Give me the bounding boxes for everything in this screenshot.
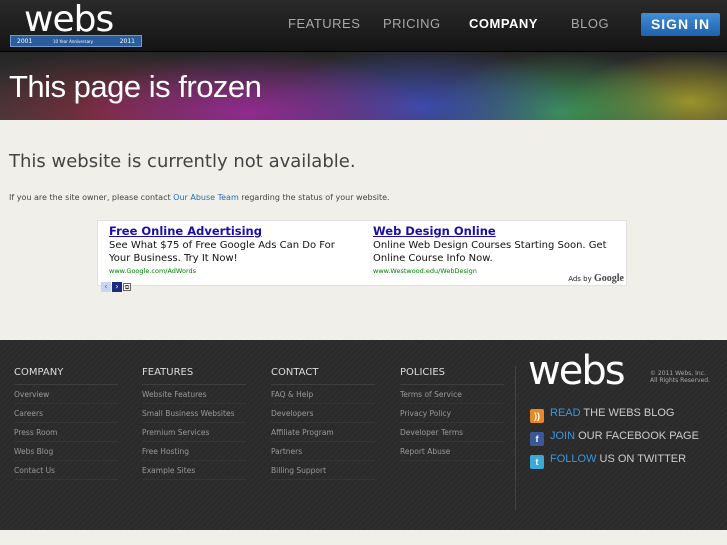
footer-link[interactable]: Press Room (14, 423, 118, 442)
rss-icon: )) (530, 409, 544, 423)
footer-link[interactable]: Report Abuse (400, 442, 504, 461)
anniversary-ribbon: 2001 10 Year Anniversary 2011 (10, 35, 142, 47)
footer-link[interactable]: FAQ & Help (271, 385, 375, 404)
webs-logo[interactable]: webs 2001 10 Year Anniversary 2011 (10, 0, 142, 49)
footer-link[interactable]: Free Hosting (142, 442, 246, 461)
ribbon-caption: 10 Year Anniversary (53, 39, 94, 44)
footer-link[interactable]: Contact Us (14, 461, 118, 480)
ad-title[interactable]: Web Design Online (373, 224, 623, 238)
social-action: JOIN (550, 430, 576, 442)
footer-link[interactable]: Example Sites (142, 461, 246, 480)
footer-link[interactable]: Webs Blog (14, 442, 118, 461)
ad-text: Online Web Design Courses Starting Soon.… (373, 240, 607, 264)
social-link-blog[interactable]: )) READ THE WEBS BLOG (530, 407, 675, 423)
footer-link[interactable]: Small Business Websites (142, 404, 246, 423)
ad-unit: Free Online Advertising See What $75 of … (97, 220, 627, 292)
ad-text: See What $75 of Free Google Ads Can Do F… (109, 240, 335, 264)
footer-divider (515, 366, 516, 510)
owner-notice: If you are the site owner, please contac… (9, 193, 390, 202)
page-bottom-strip (0, 530, 727, 545)
footer-link[interactable]: Careers (14, 404, 118, 423)
notice-suffix: regarding the status of your website. (238, 193, 390, 202)
social-text: THE WEBS BLOG (580, 407, 675, 419)
ribbon-start-year: 2001 (17, 38, 33, 45)
ribbon-end-year: 2011 (119, 38, 135, 45)
social-text: US ON TWITTER (596, 453, 687, 465)
footer-column-company: COMPANY Overview Careers Press Room Webs… (14, 367, 118, 480)
footer-column-heading: CONTACT (271, 367, 375, 385)
footer-logo[interactable]: webs (528, 348, 626, 394)
ad-pager: ‹ › ⧉ (101, 274, 132, 293)
footer-link[interactable]: Billing Support (271, 461, 375, 480)
footer-link[interactable]: Affiliate Program (271, 423, 375, 442)
logo-wordmark: webs (24, 0, 114, 40)
ad-info-icon[interactable]: ⧉ (123, 283, 131, 291)
footer-link[interactable]: Overview (14, 385, 118, 404)
footer-column-policies: POLICIES Terms of Service Privacy Policy… (400, 367, 504, 461)
footer-link[interactable]: Privacy Policy (400, 404, 504, 423)
sign-in-button[interactable]: SIGN IN (641, 13, 720, 36)
chevron-left-icon[interactable]: ‹ (101, 282, 111, 292)
ad-title[interactable]: Free Online Advertising (109, 224, 359, 238)
footer-column-features: FEATURES Website Features Small Business… (142, 367, 246, 480)
notice-prefix: If you are the site owner, please contac… (9, 193, 174, 202)
twitter-icon: t (530, 455, 544, 469)
ad-url[interactable]: www.Google.com/AdWords (109, 267, 359, 275)
page-title: This page is frozen (9, 69, 262, 104)
social-link-facebook[interactable]: f JOIN OUR FACEBOOK PAGE (530, 430, 699, 446)
hero-banner: This page is frozen (0, 52, 727, 120)
unavailable-heading: This website is currently not available. (9, 151, 356, 172)
footer-link[interactable]: Partners (271, 442, 375, 461)
footer-brand: webs © 2011 Webs, Inc. All Rights Reserv… (528, 348, 718, 398)
footer-column-heading: FEATURES (142, 367, 246, 385)
footer-link[interactable]: Developer Terms (400, 423, 504, 442)
footer-link[interactable]: Terms of Service (400, 385, 504, 404)
chevron-right-icon[interactable]: › (112, 282, 122, 292)
footer-column-contact: CONTACT FAQ & Help Developers Affiliate … (271, 367, 375, 480)
footer-link[interactable]: Developers (271, 404, 375, 423)
google-wordmark: Google (594, 273, 624, 284)
social-link-twitter[interactable]: t FOLLOW US ON TWITTER (530, 453, 686, 469)
nav-features[interactable]: FEATURES (288, 16, 360, 31)
footer-column-heading: POLICIES (400, 367, 504, 385)
footer-link[interactable]: Website Features (142, 385, 246, 404)
footer-column-heading: COMPANY (14, 367, 118, 385)
top-navigation-bar: webs 2001 10 Year Anniversary 2011 FEATU… (0, 0, 727, 52)
social-action: FOLLOW (550, 453, 597, 465)
footer-link[interactable]: Premium Services (142, 423, 246, 442)
nav-pricing[interactable]: PRICING (383, 16, 441, 31)
nav-company[interactable]: COMPANY (469, 16, 538, 31)
ad-item[interactable]: Web Design Online Online Web Design Cour… (373, 224, 623, 275)
social-text: OUR FACEBOOK PAGE (575, 430, 699, 442)
social-action: READ (550, 407, 581, 419)
abuse-team-link[interactable]: Our Abuse Team (173, 193, 239, 202)
copyright-text: © 2011 Webs, Inc. All Rights Reserved. (650, 370, 711, 384)
nav-blog[interactable]: BLOG (571, 16, 609, 31)
facebook-icon: f (530, 432, 544, 446)
ads-by-google[interactable]: Ads by Google (568, 273, 624, 284)
ad-item[interactable]: Free Online Advertising See What $75 of … (109, 224, 359, 275)
ads-by-label: Ads by (568, 275, 592, 283)
footer: COMPANY Overview Careers Press Room Webs… (0, 340, 727, 530)
